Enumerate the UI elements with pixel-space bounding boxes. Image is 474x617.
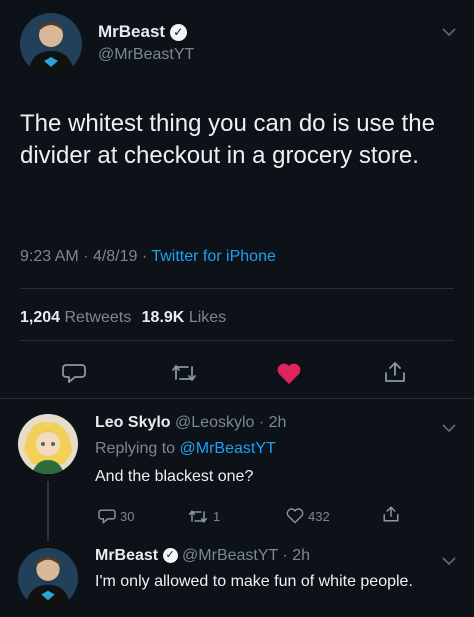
chevron-down-icon[interactable]: [442, 24, 456, 42]
share-icon[interactable]: [382, 505, 400, 523]
reply-author-name[interactable]: Leo Skylo: [95, 414, 171, 431]
retweets-stat[interactable]: 1,204 Retweets: [20, 309, 136, 326]
retweets-count: 1,204: [20, 309, 61, 326]
reply-button[interactable]: 30: [98, 508, 134, 524]
likes-count: 18.9K: [141, 309, 185, 326]
author-handle[interactable]: @MrBeastYT: [98, 46, 194, 64]
replying-to-handle[interactable]: @MrBeastYT: [180, 440, 276, 457]
author-name-row: MrBeast ✓: [98, 22, 187, 42]
reply-text: And the blackest one?: [95, 468, 254, 485]
tweet-text: The whitest thing you can do is use the …: [20, 110, 435, 169]
retweet-button[interactable]: 1: [187, 509, 220, 524]
chevron-down-icon[interactable]: [442, 420, 456, 438]
retweet-icon[interactable]: [170, 363, 198, 383]
divider: [20, 288, 454, 289]
chevron-down-icon[interactable]: [442, 553, 456, 571]
share-icon[interactable]: [383, 360, 407, 384]
reply-age: 2h: [268, 414, 287, 431]
like-count: 432: [308, 508, 330, 524]
reply-header: MrBeast ✓ @MrBeastYT · 2h: [95, 547, 311, 564]
verified-icon: ✓: [162, 548, 178, 564]
tweet-stats: 1,204 Retweets 18.9K Likes: [20, 309, 226, 327]
retweet-count: 1: [213, 509, 221, 524]
thread-line: [47, 481, 49, 541]
retweet-icon: [187, 509, 209, 524]
verified-icon: ✓: [169, 24, 187, 42]
replying-prefix: Replying to: [95, 440, 176, 457]
reply-icon[interactable]: [62, 362, 86, 384]
retweets-label: Retweets: [64, 309, 132, 326]
avatar[interactable]: [18, 548, 78, 608]
tweet-time: 9:23 AM: [20, 248, 79, 265]
reply-author-name[interactable]: MrBeast: [95, 547, 158, 564]
like-button[interactable]: 432: [286, 508, 330, 524]
likes-label: Likes: [188, 309, 227, 326]
reply-count: 30: [120, 508, 135, 524]
reply-age: 2h: [292, 547, 311, 564]
replying-to-line: Replying to @MrBeastYT: [95, 440, 276, 458]
avatar[interactable]: [20, 13, 82, 75]
heart-icon[interactable]: [276, 362, 302, 385]
tweet-meta: 9:23 AM · 4/8/19 · Twitter for iPhone: [20, 248, 276, 265]
reply-icon: [98, 508, 116, 524]
likes-stat[interactable]: 18.9K Likes: [142, 309, 227, 326]
author-name[interactable]: MrBeast: [98, 22, 165, 41]
reply-header: Leo Skylo @Leoskylo · 2h: [95, 414, 287, 431]
divider: [0, 398, 474, 399]
reply-author-handle[interactable]: @MrBeastYT: [182, 547, 278, 564]
tweet-source[interactable]: Twitter for iPhone: [151, 248, 276, 265]
reply-text: I'm only allowed to make fun of white pe…: [95, 573, 413, 590]
heart-icon: [286, 508, 304, 524]
divider: [20, 340, 454, 341]
reply-author-handle[interactable]: @Leoskylo: [175, 414, 254, 431]
tweet-date: 4/8/19: [92, 248, 138, 265]
avatar[interactable]: [18, 414, 78, 474]
